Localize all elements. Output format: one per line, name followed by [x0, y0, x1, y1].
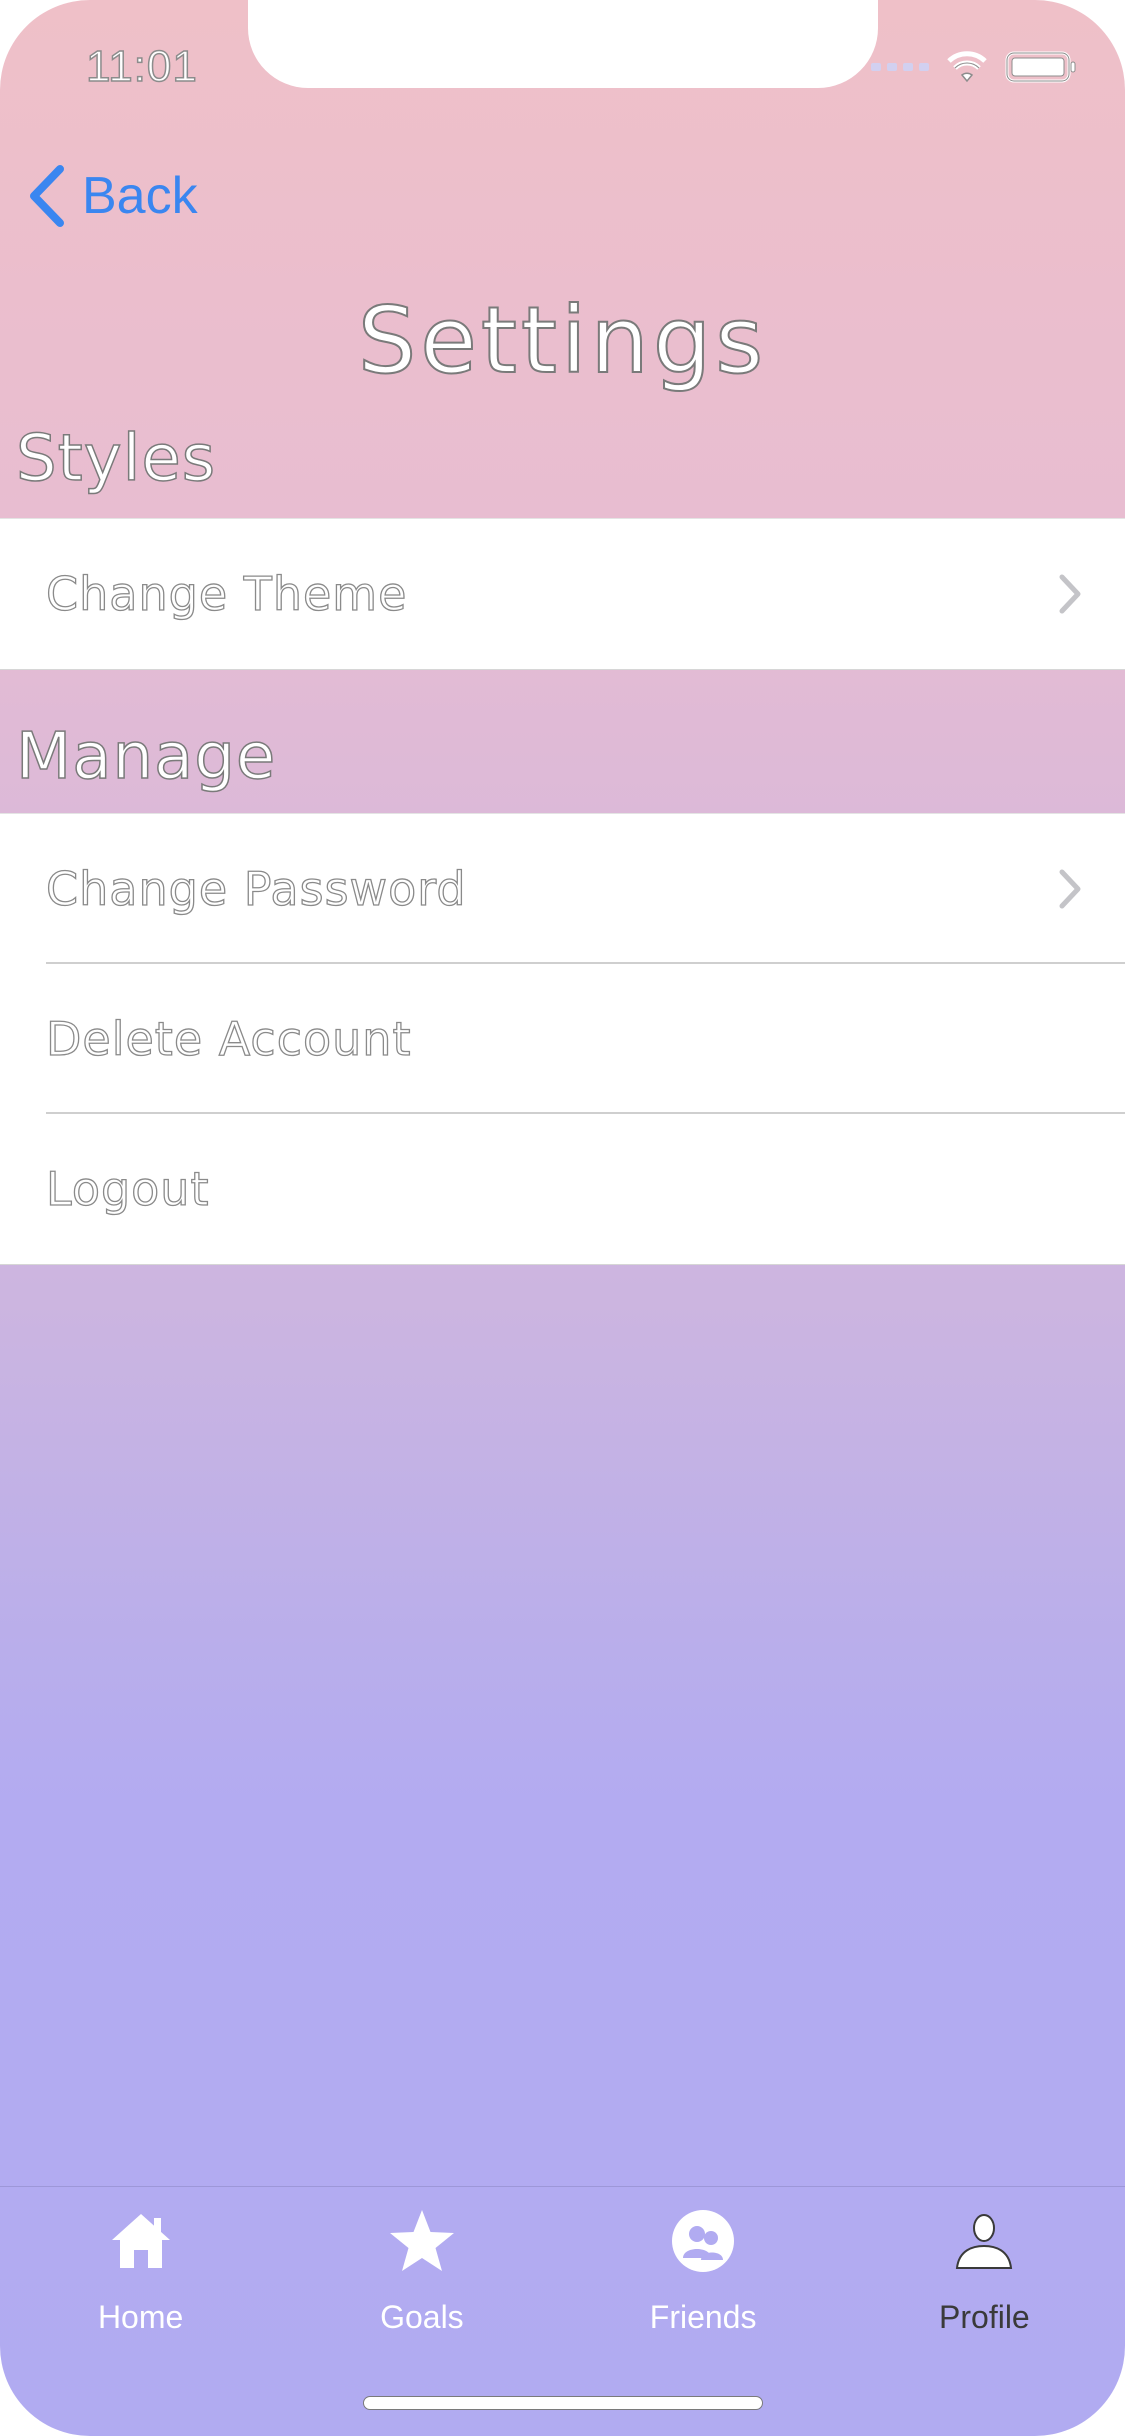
tab-bar: Home Goals Friends Profile: [0, 2186, 1125, 2346]
section-header-manage: Manage: [15, 719, 277, 795]
profile-icon: [953, 2205, 1015, 2277]
back-label: Back: [82, 167, 198, 225]
signal-icon: [871, 63, 929, 71]
tab-home-label: Home: [97, 2299, 184, 2335]
manage-group: Change Password Delete Account Logout: [0, 813, 1125, 1265]
page-title: Settings: [357, 286, 768, 395]
star-icon: [387, 2205, 457, 2277]
tab-friends[interactable]: Friends: [563, 2187, 844, 2346]
delete-account-label: Delete Account: [45, 1011, 412, 1066]
tab-profile[interactable]: Profile: [844, 2187, 1125, 2346]
status-icons: [871, 50, 1077, 84]
tab-profile-label: Profile: [939, 2299, 1030, 2335]
section-header-styles: Styles: [15, 421, 217, 497]
friends-icon: [670, 2205, 736, 2277]
change-password-row[interactable]: Change Password: [0, 814, 1125, 964]
tab-goals-label: Goals: [380, 2299, 464, 2335]
back-button[interactable]: Back: [28, 165, 198, 227]
wifi-icon: [947, 51, 987, 83]
home-icon: [108, 2205, 174, 2277]
status-time: 11:01: [85, 41, 198, 92]
change-theme-label: Change Theme: [45, 566, 408, 621]
battery-icon: [1005, 50, 1077, 84]
chevron-left-icon: [28, 165, 66, 227]
chevron-right-icon: [1057, 573, 1083, 615]
delete-account-row[interactable]: Delete Account: [0, 964, 1125, 1114]
logout-label: Logout: [45, 1161, 210, 1216]
device-notch: [248, 0, 878, 88]
tab-home[interactable]: Home: [0, 2187, 281, 2346]
settings-screen: 11:01 Back Settings Styles Change Theme …: [0, 0, 1125, 2436]
change-password-label: Change Password: [45, 861, 467, 916]
tab-friends-label: Friends: [649, 2299, 757, 2335]
change-theme-row[interactable]: Change Theme: [0, 519, 1125, 669]
home-indicator: [363, 2396, 763, 2410]
chevron-right-icon: [1057, 868, 1083, 910]
logout-row[interactable]: Logout: [0, 1114, 1125, 1264]
styles-group: Change Theme: [0, 518, 1125, 670]
tab-goals[interactable]: Goals: [281, 2187, 562, 2346]
